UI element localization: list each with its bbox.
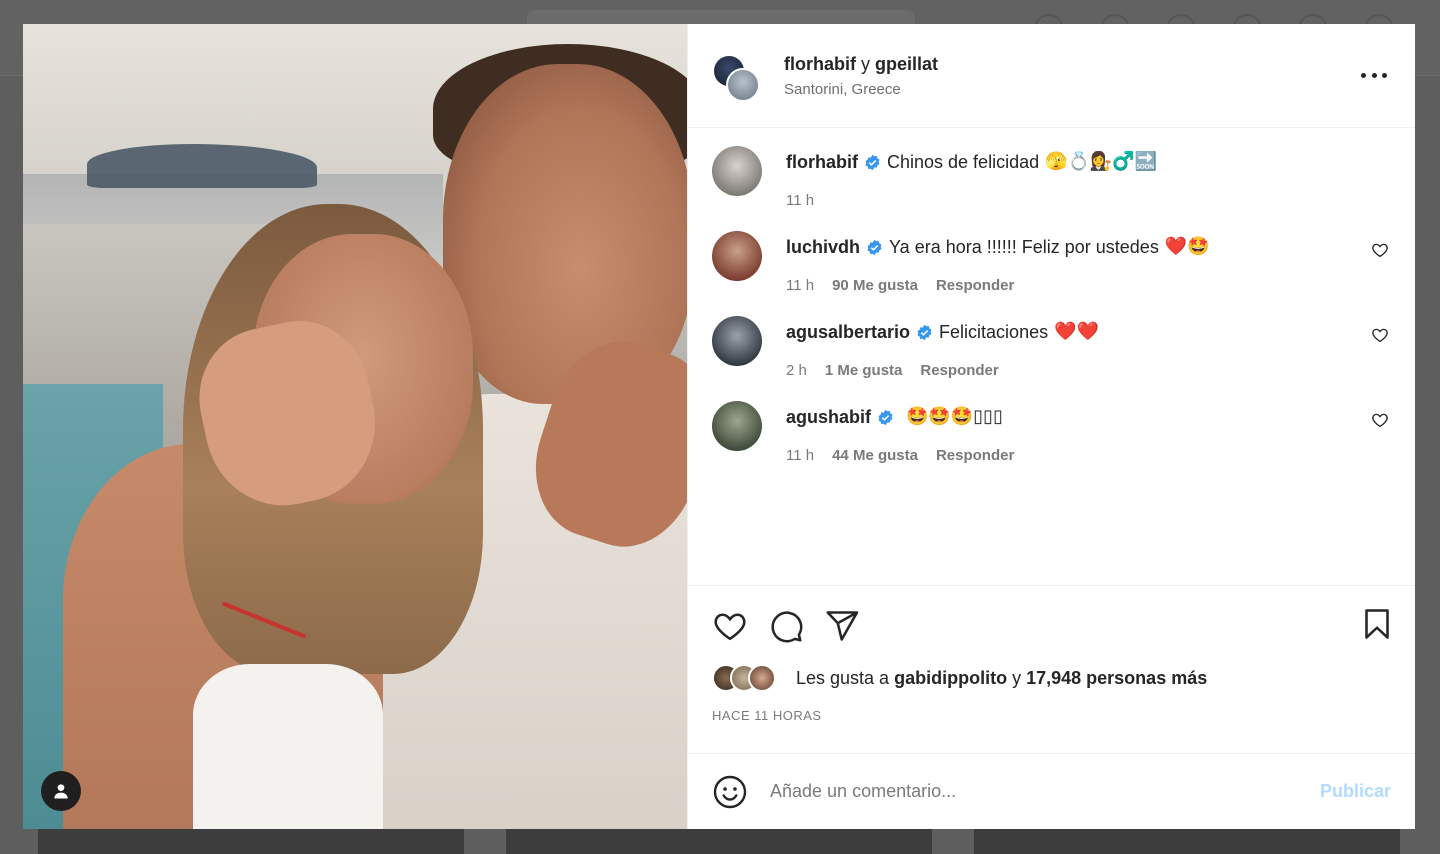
- comment-username[interactable]: luchivdh: [786, 235, 860, 259]
- caption-time[interactable]: 11 h: [786, 192, 814, 209]
- avatar[interactable]: [726, 67, 760, 102]
- post-time-ago[interactable]: HACE 11 HORAS: [712, 708, 1391, 723]
- comment-username[interactable]: agushabif: [786, 405, 871, 429]
- post-header: florhabif y gpeillat Santorini, Greece: [688, 24, 1415, 128]
- comment-like-heart-icon[interactable]: [1371, 241, 1389, 259]
- caption-body: florhabif Chinos de felicidad 🫣💍👩‍⚖️♂️🔜 …: [786, 150, 1391, 209]
- comment-username[interactable]: agusalbertario: [786, 320, 910, 344]
- heart-icon[interactable]: [712, 608, 748, 644]
- comment-like-heart-icon[interactable]: [1371, 326, 1389, 344]
- comment-line: agushabif 🤩🤩🤩▯▯▯: [786, 405, 1391, 429]
- avatar[interactable]: [712, 401, 762, 451]
- verified-badge-icon: [917, 324, 932, 340]
- likes-connector: y: [1012, 667, 1022, 688]
- comment-body: agushabif 🤩🤩🤩▯▯▯ 11 h 44 Me gusta Respon…: [786, 405, 1391, 464]
- comment-icon[interactable]: [768, 608, 804, 644]
- liker-avatars[interactable]: [712, 664, 776, 692]
- likes-summary: Les gusta a gabidippolito y 17,948 perso…: [712, 664, 1391, 692]
- caption: florhabif Chinos de felicidad 🫣💍👩‍⚖️♂️🔜 …: [712, 146, 1391, 209]
- user-tag-button[interactable]: [41, 771, 81, 811]
- post-modal: florhabif y gpeillat Santorini, Greece f…: [23, 24, 1415, 829]
- photo-woman-top: [193, 664, 383, 829]
- dot: [1382, 72, 1387, 78]
- post-side-panel: florhabif y gpeillat Santorini, Greece f…: [687, 24, 1415, 829]
- likes-text: Les gusta a gabidippolito y 17,948 perso…: [796, 668, 1207, 689]
- caption-meta: 11 h: [786, 192, 1391, 209]
- emoji-smile-icon[interactable]: [712, 774, 748, 810]
- caption-text: Chinos de felicidad: [887, 152, 1040, 172]
- more-horizontal-icon: [1361, 72, 1366, 78]
- reply-button[interactable]: Responder: [936, 447, 1014, 464]
- background-grid-tile: [974, 826, 1400, 854]
- verified-badge-icon: [865, 154, 880, 170]
- likes-others-link[interactable]: 17,948 personas más: [1026, 668, 1207, 688]
- author-link[interactable]: florhabif: [784, 54, 856, 74]
- comment-item: agusalbertario Felicitaciones ❤️❤️ 2 h 1…: [712, 316, 1391, 379]
- comment-meta: 11 h 44 Me gusta Responder: [786, 447, 1391, 464]
- comment-text: Felicitaciones: [939, 322, 1049, 342]
- header-text: florhabif y gpeillat Santorini, Greece: [784, 54, 938, 98]
- comment-composer: Publicar: [688, 753, 1415, 829]
- location-link[interactable]: Santorini, Greece: [784, 81, 938, 98]
- post-photo[interactable]: [23, 24, 687, 829]
- comment-likes[interactable]: 44 Me gusta: [832, 447, 918, 464]
- reply-button[interactable]: Responder: [936, 277, 1014, 294]
- header-authors: florhabif y gpeillat: [784, 54, 938, 75]
- comment-emojis: ❤️❤️: [1054, 321, 1099, 342]
- comment-meta: 2 h 1 Me gusta Responder: [786, 362, 1391, 379]
- comment-body: luchivdh Ya era hora !!!!!! Feliz por us…: [786, 235, 1391, 294]
- liker-username[interactable]: gabidippolito: [894, 668, 1007, 688]
- user-tag-icon: [54, 784, 68, 799]
- comment-text: Ya era hora !!!!!! Feliz por ustedes: [889, 237, 1159, 257]
- avatar[interactable]: [748, 664, 776, 692]
- send-icon[interactable]: [824, 608, 860, 644]
- likes-prefix: Les gusta a: [796, 667, 890, 688]
- avatar[interactable]: [712, 316, 762, 366]
- author-connector: y: [861, 53, 871, 74]
- comment-time[interactable]: 11 h: [786, 277, 814, 294]
- more-options-button[interactable]: [1361, 64, 1387, 86]
- caption-emojis: 🫣💍👩‍⚖️♂️🔜: [1045, 151, 1158, 172]
- collab-avatars[interactable]: [712, 50, 764, 102]
- avatar[interactable]: [712, 231, 762, 281]
- comment-likes[interactable]: 1 Me gusta: [825, 362, 903, 379]
- avatar[interactable]: [712, 146, 762, 196]
- caption-username[interactable]: florhabif: [786, 150, 858, 174]
- post-actions: Les gusta a gabidippolito y 17,948 perso…: [688, 585, 1415, 753]
- comment-body: agusalbertario Felicitaciones ❤️❤️ 2 h 1…: [786, 320, 1391, 379]
- comments-list: florhabif Chinos de felicidad 🫣💍👩‍⚖️♂️🔜 …: [688, 128, 1415, 585]
- comment-likes[interactable]: 90 Me gusta: [832, 277, 918, 294]
- comment-meta: 11 h 90 Me gusta Responder: [786, 277, 1391, 294]
- comment-time[interactable]: 11 h: [786, 447, 814, 464]
- comment-line: luchivdh Ya era hora !!!!!! Feliz por us…: [786, 235, 1391, 259]
- background-grid-tile: [506, 826, 932, 854]
- verified-badge-icon: [867, 239, 882, 255]
- reply-button[interactable]: Responder: [920, 362, 998, 379]
- dot: [1371, 72, 1377, 78]
- comment-like-heart-icon[interactable]: [1371, 411, 1389, 429]
- comment-item: luchivdh Ya era hora !!!!!! Feliz por us…: [712, 231, 1391, 294]
- verified-badge-icon: [878, 409, 893, 425]
- comment-emojis: ❤️🤩: [1164, 236, 1210, 257]
- bookmark-icon[interactable]: [1359, 606, 1395, 642]
- comment-item: agushabif 🤩🤩🤩▯▯▯ 11 h 44 Me gusta Respon…: [712, 401, 1391, 464]
- comment-input[interactable]: [770, 781, 1320, 802]
- action-row: [712, 606, 1391, 646]
- photo-island: [87, 144, 317, 188]
- comment-emojis: 🤩🤩🤩▯▯▯: [906, 406, 1003, 427]
- comment-line: agusalbertario Felicitaciones ❤️❤️: [786, 320, 1391, 344]
- caption-line: florhabif Chinos de felicidad 🫣💍👩‍⚖️♂️🔜: [786, 150, 1391, 174]
- comment-time[interactable]: 2 h: [786, 362, 807, 379]
- background-grid-tile: [38, 826, 464, 854]
- publish-button[interactable]: Publicar: [1320, 781, 1391, 802]
- coauthor-link[interactable]: gpeillat: [875, 54, 938, 74]
